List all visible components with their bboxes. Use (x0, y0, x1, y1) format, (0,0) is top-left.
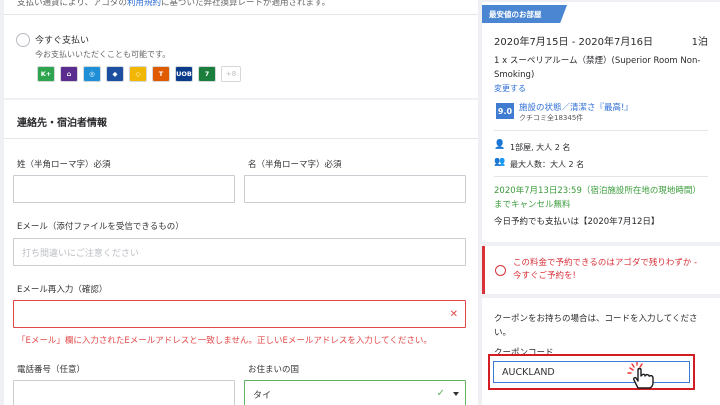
payment-logo: 7 (198, 66, 216, 82)
coupon-help: クーポンをお持ちの場合は、コードを入力してくださ い。 (494, 314, 698, 338)
country-select[interactable]: タイ ✓ (244, 380, 466, 405)
alert-text: この料金で予約できるのはアゴダで残りわずか - 今すぐご予約を! (513, 258, 698, 281)
scarcity-alert: この料金で予約できるのはアゴダで残りわずか - 今すぐご予約を! (482, 246, 720, 294)
pointer-hand-icon (627, 362, 654, 389)
last-name-input[interactable] (13, 175, 235, 203)
first-name-input[interactable] (244, 175, 466, 203)
country-value: タイ (253, 390, 272, 401)
terms-link[interactable]: 利用規約 (127, 0, 161, 8)
coupon-input[interactable]: AUCKLAND (493, 361, 690, 383)
pay-now-subtitle: 今お支払いいただくことも可能です。 (35, 50, 171, 59)
payment-logos: K+ ⌂ ◎ ◆ ◇ T UOB 7 +8 (37, 66, 241, 82)
more-payment-methods[interactable]: +8 (221, 66, 241, 82)
change-room-link[interactable]: 変更する (494, 83, 526, 94)
facility-rating-link[interactable]: 施設の状態／清潔さ『最高!』 (519, 101, 633, 113)
email-input[interactable]: 打ち間違いにご注意ください (13, 238, 466, 266)
phone-label: 電話番号（任意） (17, 365, 86, 375)
payment-logo: ◇ (129, 66, 147, 82)
email-error-message: 「Eメール」欄に入力されたEメールアドレスと一致しません。正しいEメールアドレス… (17, 336, 432, 346)
payment-logo: ◎ (83, 66, 101, 82)
review-score-badge: 9.0 (496, 103, 514, 119)
pay-now-radio[interactable] (16, 33, 30, 47)
review-count: クチコミ全18345件 (519, 114, 584, 122)
check-icon: ✓ (436, 388, 445, 399)
rooms-guests: 1部屋, 大人 2 名 (510, 143, 571, 152)
summary-column: 最安値のお部屋 2020年7月15日 - 2020年7月16日 1泊 1 x ス… (482, 0, 720, 405)
last-name-label: 姓（半角ローマ字）必須 (17, 160, 111, 170)
payment-logo: T (152, 66, 170, 82)
divider (4, 14, 478, 15)
divider (4, 138, 478, 139)
room-name: 1 x スーペリアルーム（禁煙）(Superior Room Non- Smok… (494, 56, 701, 80)
email-confirm-label: Eメール再入力（確認） (17, 285, 108, 295)
email-confirm-input[interactable]: ✕ (13, 300, 466, 328)
divider (494, 176, 708, 177)
payment-logo: ◆ (106, 66, 124, 82)
first-name-label: 名（半角ローマ字）必須 (248, 160, 342, 170)
payment-logo: K+ (37, 66, 55, 82)
phone-input[interactable] (13, 380, 235, 405)
chevron-down-icon (453, 392, 459, 396)
divider (494, 130, 708, 131)
pay-date-note: 今日予約でも支払いは【2020年7月12日】 (494, 217, 660, 227)
currency-note: 支払い通貨により、アゴダの利用規約に基づいた弊社換算レートが適用されます。 (17, 0, 331, 8)
booking-form-column: 支払い通貨により、アゴダの利用規約に基づいた弊社換算レートが適用されます。 今す… (0, 0, 478, 405)
nights-count: 1泊 (691, 37, 708, 48)
contact-card: 連絡先・宿泊者情報 姓（半角ローマ字）必須 名（半角ローマ字）必須 Eメール（添… (4, 100, 478, 405)
contact-section-title: 連絡先・宿泊者情報 (17, 118, 107, 129)
booking-summary-card: 最安値のお部屋 2020年7月15日 - 2020年7月16日 1泊 1 x ス… (482, 2, 720, 242)
max-guests: 最大人数：大人 2 名 (510, 160, 585, 169)
email-label: Eメール（添付ファイルを受信できるもの） (17, 222, 184, 232)
payment-logo: UOB (175, 66, 193, 82)
clock-icon (495, 265, 506, 276)
cheapest-room-badge: 最安値のお部屋 (482, 5, 567, 23)
free-cancellation: 2020年7月13日23:59（宿泊施設所在地の現地時間） までキャンセル無料 (494, 186, 701, 210)
coupon-card: クーポンをお持ちの場合は、コードを入力してくださ い。 クーポンコード AUCK… (482, 298, 720, 405)
payment-logo: ⌂ (60, 66, 78, 82)
country-label: お住まいの国 (248, 365, 300, 375)
email-placeholder: 打ち間違いにご注意ください (22, 248, 139, 259)
stay-dates: 2020年7月15日 - 2020年7月16日 (494, 37, 654, 48)
coupon-value: AUCKLAND (502, 366, 555, 378)
person-icon: 👤 (494, 140, 506, 150)
pay-now-title: 今すぐ支払い (35, 36, 90, 46)
group-icon: 👥 (494, 157, 506, 167)
clear-icon[interactable]: ✕ (450, 309, 458, 320)
payment-card: 支払い通貨により、アゴダの利用規約に基づいた弊社換算レートが適用されます。 今す… (4, 0, 478, 98)
